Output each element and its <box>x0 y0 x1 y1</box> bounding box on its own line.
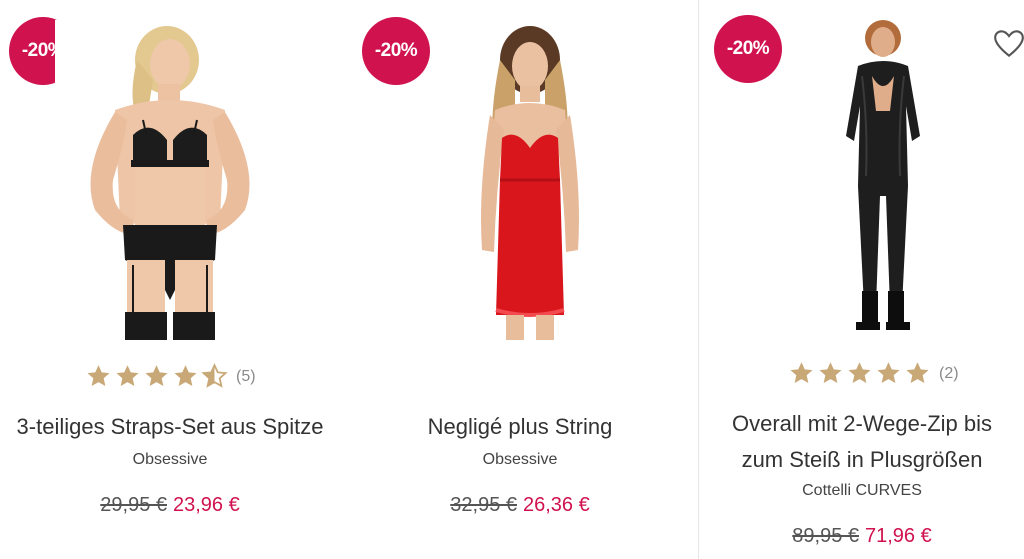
half-star-icon <box>201 363 228 388</box>
product-price: 32,95 € 26,36 € <box>350 494 690 517</box>
product-title[interactable]: 3-teiliges Straps-Set aus Spitze <box>0 410 340 444</box>
product-title[interactable]: Overall mit 2-Wege-Zip bis zum Steiß in … <box>700 406 1024 478</box>
product-image-black-catsuit[interactable] <box>828 16 938 334</box>
product-card[interactable]: -20% (5) 3-teiliges Straps-Set aus Spitz… <box>0 0 340 559</box>
product-title[interactable]: Negligé plus String <box>350 410 690 444</box>
star-icon <box>819 362 842 383</box>
review-count[interactable]: (5) <box>236 368 256 386</box>
product-price: 89,95 € 71,96 € <box>700 525 1024 548</box>
product-brand: Obsessive <box>482 451 558 468</box>
star-rating[interactable]: (2) <box>788 360 959 387</box>
review-count[interactable]: (2) <box>939 365 959 383</box>
star-rating[interactable]: (5) <box>85 363 256 390</box>
old-price: 32,95 € <box>450 494 517 516</box>
star-icon <box>790 362 813 383</box>
sale-price: 26,36 € <box>523 494 590 516</box>
heart-outline-icon[interactable] <box>992 27 1024 61</box>
column-divider <box>698 0 699 559</box>
product-title-line[interactable]: Overall mit 2-Wege-Zip bis <box>732 411 992 436</box>
sale-price: 23,96 € <box>173 494 240 516</box>
product-brand: Obsessive <box>132 451 208 468</box>
star-icon <box>877 362 900 383</box>
product-image-red-negligee[interactable] <box>460 20 600 340</box>
discount-badge: -20% <box>714 15 782 83</box>
discount-badge: -20% <box>362 17 430 85</box>
star-icon <box>116 365 139 386</box>
product-card[interactable]: -20% Negligé plus String Obsessive 32,95… <box>350 0 690 559</box>
product-title-line[interactable]: zum Steiß in Plusgrößen <box>742 447 983 472</box>
star-icon <box>848 362 871 383</box>
star-icon <box>906 362 929 383</box>
product-grid: -20% (5) 3-teiliges Straps-Set aus Spitz… <box>0 0 1024 559</box>
product-price: 29,95 € 23,96 € <box>0 494 340 517</box>
product-brand: Cottelli CURVES <box>802 482 922 499</box>
star-icon <box>174 365 197 386</box>
old-price: 89,95 € <box>792 525 859 547</box>
product-card[interactable]: -20% (2) Overall mit 2-Wege-Zip bis zum … <box>700 0 1024 559</box>
old-price: 29,95 € <box>100 494 167 516</box>
star-icon <box>87 365 110 386</box>
star-icon <box>145 365 168 386</box>
sale-price: 71,96 € <box>865 525 932 547</box>
product-image-lingerie-set[interactable] <box>55 20 285 340</box>
